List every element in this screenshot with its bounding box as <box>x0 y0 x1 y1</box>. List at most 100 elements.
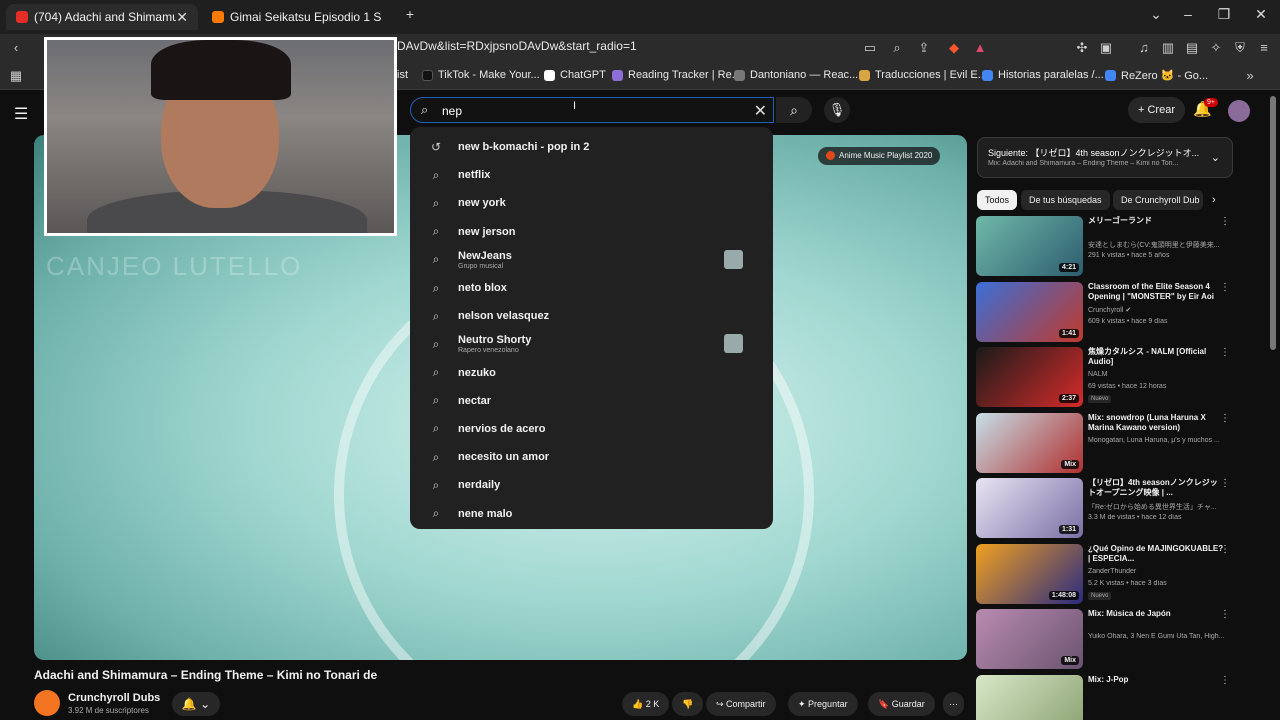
more-options-icon[interactable]: ⋮ <box>1220 282 1230 293</box>
video-thumbnail[interactable] <box>976 674 1083 720</box>
recommended-video[interactable]: Mix Mix: snowdrop (Luna Haruna X Marina K… <box>976 412 1236 473</box>
bookmark-tiktok[interactable]: TikTok - Make Your... <box>422 69 540 81</box>
chevron-right-icon[interactable]: › <box>1212 194 1216 206</box>
music-icon[interactable]: ♫ <box>1136 40 1152 55</box>
apps-grid-icon[interactable]: ▦ <box>8 68 24 84</box>
brave-rewards-icon[interactable]: ▲ <box>972 40 988 55</box>
close-window-button[interactable]: ✕ <box>1251 6 1271 23</box>
video-thumbnail[interactable]: 2:37 <box>976 347 1083 407</box>
save-label: Guardar <box>891 699 925 709</box>
video-thumbnail[interactable]: Mix <box>976 609 1083 669</box>
suggestion-item[interactable]: ↺ new b-komachi - pop in 2 <box>410 133 773 161</box>
cast-icon[interactable]: ▭ <box>862 40 878 56</box>
tab-search-chevron-icon[interactable]: ⌄ <box>1146 6 1166 23</box>
search-input[interactable]: ⌕ nep ✕ <box>410 97 774 123</box>
more-options-icon[interactable]: ⋮ <box>1220 609 1230 620</box>
sidebar-icon[interactable]: ▥ <box>1160 40 1176 56</box>
more-options-icon[interactable]: ⋮ <box>1220 216 1230 227</box>
voice-search-icon[interactable]: 🎙 <box>824 97 850 123</box>
history-icon: ↺ <box>430 140 442 155</box>
video-thumbnail[interactable]: Mix <box>976 412 1083 473</box>
more-actions-button[interactable]: ··· <box>943 692 964 716</box>
hamburger-menu-icon[interactable]: ☰ <box>14 104 28 124</box>
menu-icon[interactable]: ≡ <box>1256 40 1272 55</box>
channel-avatar[interactable] <box>34 690 60 716</box>
new-tab-button[interactable]: + <box>400 6 420 22</box>
recommended-channel: Monogatari, Luna Haruna, μ's y muchos ..… <box>1088 436 1220 444</box>
recommended-video[interactable]: Mix: J-Pop ⋮ <box>976 674 1236 720</box>
recommended-video[interactable]: Mix Mix: Música de Japón Yuiko Ōhara, 3 Ne… <box>976 609 1236 669</box>
chevron-down-icon[interactable]: ⌄ <box>1211 151 1220 164</box>
recommended-video[interactable]: 2:37 焦燥カタルシス - NALM [Official Audio] NALM 6… <box>976 347 1236 407</box>
leo-ai-icon[interactable]: ✧ <box>1208 40 1224 56</box>
suggestion-item[interactable]: ⌕ nervios de acero <box>410 415 773 443</box>
brave-shield-icon[interactable]: ◆ <box>946 40 962 56</box>
zoom-icon[interactable]: ⌕ <box>889 40 905 56</box>
channel-name[interactable]: Crunchyroll Dubs <box>68 692 160 704</box>
video-thumbnail[interactable]: 1:41 <box>976 281 1083 342</box>
share-button[interactable]: ↪ Compartir <box>706 692 776 716</box>
recommended-video[interactable]: 1:41 Classroom of the Elite Season 4 Open… <box>976 281 1236 342</box>
minimize-button[interactable]: – <box>1178 6 1198 22</box>
suggestion-item[interactable]: ⌕ nerdaily <box>410 471 773 499</box>
chip-todos[interactable]: Todos <box>977 190 1018 210</box>
close-tab-icon[interactable]: ✕ <box>176 9 188 26</box>
more-options-icon[interactable]: ⋮ <box>1220 347 1230 358</box>
suggestion-item[interactable]: ⌕ necesito un amor <box>410 443 773 471</box>
video-thumbnail[interactable]: 1:48:08 <box>976 543 1083 604</box>
share-icon[interactable]: ⇪ <box>916 40 932 56</box>
clear-search-icon[interactable]: ✕ <box>754 101 767 121</box>
playlist-chip[interactable]: Anime Music Playlist 2020 <box>818 147 941 165</box>
bookmark-reading-tracker[interactable]: Reading Tracker | Re... <box>612 69 741 81</box>
bookmark-item[interactable]: ist <box>397 69 408 81</box>
back-icon[interactable]: ‹ <box>8 40 24 55</box>
subscription-bell-button[interactable]: 🔔 ⌄ <box>172 692 220 716</box>
up-next-panel[interactable]: Siguiente: 【リゼロ】4th seasonノンクレジットオ... Mi… <box>977 137 1233 178</box>
bookmark-traducciones[interactable]: Traducciones | Evil E... <box>859 69 987 81</box>
video-thumbnail[interactable]: 4:21 <box>976 216 1083 276</box>
bookmark-rezero[interactable]: ReZero 🐱 - Go... <box>1105 69 1208 82</box>
vpn-icon[interactable]: ⛨ <box>1232 40 1248 56</box>
scrollbar[interactable] <box>1270 96 1276 350</box>
recommended-video[interactable]: 1:48:08 ¿Qué Opino de MAJINGOKUABLE? | ES… <box>976 543 1236 604</box>
search-button[interactable]: ⌕ <box>776 97 812 123</box>
like-button[interactable]: 👍 2 K <box>622 692 670 716</box>
chip-crunchyroll[interactable]: De Crunchyroll Dub <box>1113 190 1203 210</box>
more-options-icon[interactable]: ⋮ <box>1220 675 1230 686</box>
more-options-icon[interactable]: ⋮ <box>1220 544 1230 555</box>
video-thumbnail[interactable]: 1:31 <box>976 478 1083 538</box>
avatar[interactable] <box>1228 100 1250 122</box>
suggestion-item[interactable]: ⌕ new york <box>410 189 773 217</box>
bookmark-chatgpt[interactable]: ChatGPT <box>544 69 606 81</box>
more-options-icon[interactable]: ⋮ <box>1220 478 1230 489</box>
suggestion-text-group: netflix <box>458 169 490 181</box>
wallet-icon[interactable]: ▤ <box>1184 40 1200 56</box>
create-button[interactable]: + Crear <box>1128 97 1185 123</box>
suggestion-item[interactable]: ⌕ nelson velasquez <box>410 302 773 330</box>
suggestion-item[interactable]: ⌕ nene malo <box>410 499 773 527</box>
dislike-button[interactable]: 👎 <box>672 692 704 716</box>
suggestion-item[interactable]: ⌕ NewJeans Grupo musical <box>410 246 773 274</box>
screenshot-icon[interactable]: ▣ <box>1098 40 1114 56</box>
suggestion-item[interactable]: ⌕ nezuko <box>410 359 773 387</box>
bookmark-historias[interactable]: Historias paralelas /... <box>982 69 1104 81</box>
suggestion-item[interactable]: ⌕ netflix <box>410 161 773 189</box>
tab-youtube[interactable]: (704) Adachi and Shimamura ✕ <box>6 4 198 30</box>
suggestion-item[interactable]: ⌕ Neutro Shorty Rapero venezolano <box>410 330 773 358</box>
ask-button[interactable]: ✦ Preguntar <box>788 692 858 716</box>
more-options-icon[interactable]: ⋮ <box>1220 413 1230 424</box>
thumbs-up-icon: 👍 <box>632 699 646 709</box>
extensions-icon[interactable]: ✣ <box>1074 40 1090 56</box>
maximize-button[interactable]: ❐ <box>1214 6 1234 23</box>
bookmark-dantoniano[interactable]: Dantoniano — Reac... <box>734 69 858 81</box>
tab-gimai[interactable]: Gimai Seikatsu Episodio 1 Sub Españ <box>202 4 392 30</box>
chip-searches[interactable]: De tus búsquedas <box>1021 190 1110 210</box>
recommended-video[interactable]: 4:21 メリーゴーランド 安達としまむら(CV:鬼頭明里と伊藤美来... 291 k… <box>976 216 1236 276</box>
address-bar[interactable]: DAvDw&list=RDxjpsnoDAvDw&start_radio=1 <box>397 39 637 53</box>
suggestion-item[interactable]: ⌕ nectar <box>410 387 773 415</box>
suggestion-item[interactable]: ⌕ neto blox <box>410 274 773 302</box>
save-button[interactable]: 🔖 Guardar <box>868 692 935 716</box>
more-bookmarks-icon[interactable]: » <box>1242 68 1258 83</box>
suggestion-item[interactable]: ⌕ new jerson <box>410 218 773 246</box>
recommended-video[interactable]: 1:31 【リゼロ】4th seasonノンクレジットオープニング映像 | ...… <box>976 478 1236 538</box>
